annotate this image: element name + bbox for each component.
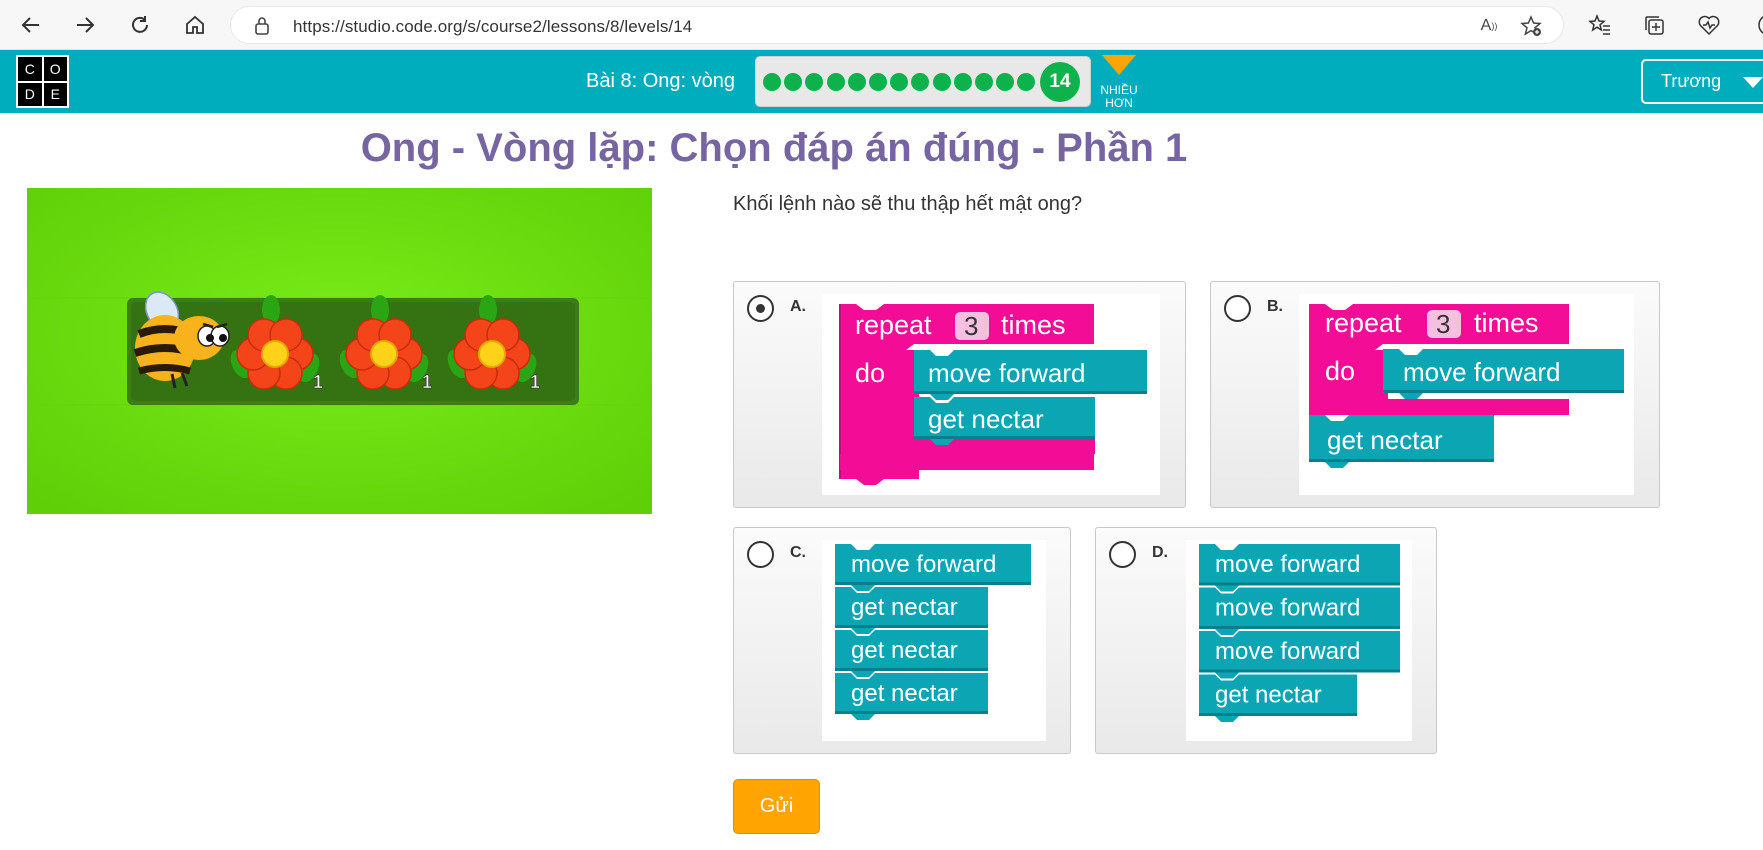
command-label: get nectar: [1327, 425, 1443, 455]
do-keyword: do: [855, 358, 885, 388]
logo-letter: E: [43, 82, 67, 106]
logo-letter: C: [18, 57, 42, 81]
flowers-group: 1 1 1: [230, 295, 540, 392]
option-c-code: move forward get nectar get nectar get nect…: [822, 540, 1046, 741]
do-keyword: do: [1325, 356, 1355, 386]
progress-dot[interactable]: [763, 73, 781, 91]
collections-icon[interactable]: [1641, 12, 1667, 38]
chevron-down-icon: [1743, 77, 1763, 88]
forward-button[interactable]: [69, 9, 101, 41]
url-text[interactable]: https://studio.code.org/s/course2/lesson…: [293, 17, 692, 37]
refresh-button[interactable]: [124, 9, 156, 41]
command-label: get nectar: [851, 637, 958, 664]
browser-toolbar: https://studio.code.org/s/course2/lesson…: [0, 0, 1763, 50]
progress-dot[interactable]: [996, 73, 1015, 91]
nectar-count: 1: [530, 372, 540, 392]
option-a-code: repeat 3 times do move forward get necta…: [822, 294, 1160, 495]
code-logo[interactable]: C O D E: [16, 55, 69, 108]
favorites-icon[interactable]: [1587, 12, 1613, 38]
repeat-count: 3: [1436, 309, 1450, 339]
command-label: get nectar: [928, 404, 1044, 434]
option-a[interactable]: A. repeat 3 times do move forward get ne…: [733, 281, 1186, 508]
back-button[interactable]: [15, 9, 47, 41]
option-a-radio[interactable]: [747, 295, 774, 322]
command-label: move forward: [851, 551, 996, 578]
command-label: move forward: [1403, 357, 1561, 387]
progress-dot[interactable]: [847, 73, 866, 91]
caret-down-icon: [1102, 55, 1136, 75]
command-label: move forward: [1215, 638, 1360, 665]
progress-dot[interactable]: [1017, 73, 1036, 91]
option-b-code: repeat 3 times do move forward get necta…: [1299, 294, 1634, 495]
repeat-count: 3: [964, 311, 978, 341]
more-label-line1: NHIỀU: [1100, 83, 1138, 97]
progress-dot[interactable]: [784, 73, 803, 91]
progress-dot[interactable]: [975, 73, 993, 91]
command-label: get nectar: [851, 680, 958, 707]
progress-dot[interactable]: [890, 73, 909, 91]
option-d[interactable]: D. move forward move forward move forward g…: [1095, 527, 1437, 754]
arrow-left-icon: [21, 17, 39, 33]
more-label-line2: HƠN: [1105, 96, 1133, 110]
progress-dot[interactable]: [953, 73, 972, 91]
lesson-title[interactable]: Bài 8: Ong: vòng: [586, 70, 735, 93]
nectar-count: 1: [313, 372, 323, 392]
command-label: move forward: [1215, 551, 1360, 578]
command-label: move forward: [928, 358, 1086, 388]
logo-letter: O: [43, 57, 67, 81]
game-visualization: 1 1 1: [27, 188, 652, 514]
repeat-keyword: repeat: [1325, 308, 1402, 338]
current-level-bubble[interactable]: 14: [1040, 62, 1080, 102]
option-c-radio[interactable]: [747, 541, 774, 568]
progress-dot[interactable]: [932, 73, 951, 91]
nectar-count: 1: [422, 372, 432, 392]
refresh-icon: [132, 16, 148, 33]
add-favorite-icon[interactable]: [1519, 15, 1543, 37]
command-label: get nectar: [1215, 682, 1322, 709]
home-icon: [186, 15, 204, 34]
times-keyword: times: [1001, 310, 1066, 340]
more-label: NHIỀU HƠN: [1094, 84, 1144, 110]
more-levels-button[interactable]: NHIỀU HƠN: [1094, 53, 1144, 111]
user-menu-button[interactable]: Trương: [1641, 59, 1763, 104]
logo-letter: D: [18, 82, 42, 106]
option-b-radio[interactable]: [1224, 295, 1251, 322]
level-progress: 14: [755, 56, 1091, 107]
page-title: Ong - Vòng lặp: Chọn đáp án đúng - Phần …: [360, 126, 1188, 170]
submit-button[interactable]: Gửi: [733, 779, 820, 834]
question-text: Khối lệnh nào sẽ thu thập hết mật ong?: [733, 193, 1083, 215]
user-name: Trương: [1661, 71, 1722, 91]
option-d-radio[interactable]: [1109, 541, 1136, 568]
block-stack: move forward move forward move forward get …: [1199, 544, 1400, 722]
command-label: get nectar: [851, 594, 958, 621]
arrow-right-icon: [77, 17, 95, 33]
lock-icon: [254, 16, 270, 41]
progress-dot[interactable]: [826, 73, 845, 91]
address-bar[interactable]: https://studio.code.org/s/course2/lesson…: [230, 6, 1564, 44]
profile-icon[interactable]: [1748, 12, 1763, 38]
repeat-keyword: repeat: [855, 310, 932, 340]
option-b[interactable]: B. repeat 3 times do move forward get ne…: [1210, 281, 1660, 508]
option-d-code: move forward move forward move forward get …: [1186, 540, 1412, 741]
home-button[interactable]: [179, 9, 211, 41]
browser-essentials-icon[interactable]: [1696, 12, 1722, 38]
progress-dot[interactable]: [805, 73, 824, 91]
times-keyword: times: [1474, 308, 1539, 338]
progress-dot[interactable]: [911, 73, 930, 91]
block-stack: move forward get nectar get nectar get nect…: [835, 544, 1031, 720]
site-header: C O D E Bài 8: Ong: vòng 14 NHIỀU HƠN Tr…: [0, 50, 1763, 113]
progress-dot[interactable]: [869, 73, 887, 91]
command-label: move forward: [1215, 595, 1360, 622]
option-d-letter: D.: [1152, 544, 1168, 561]
option-c[interactable]: C. move forward get nectar get nectar get n…: [733, 527, 1071, 754]
option-a-letter: A.: [790, 298, 806, 315]
read-aloud-icon[interactable]: A)): [1477, 15, 1501, 37]
option-b-letter: B.: [1267, 298, 1283, 315]
option-c-letter: C.: [790, 544, 806, 561]
